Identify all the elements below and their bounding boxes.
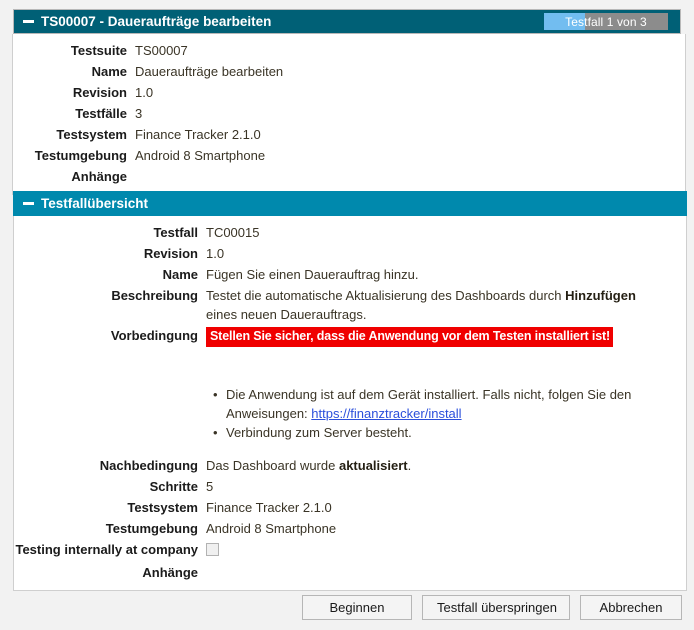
field-row-testumgebung: Testumgebung Android 8 Smartphone	[13, 146, 685, 165]
test-suite-panel-title: TS00007 - Daueraufträge bearbeiten	[41, 14, 272, 29]
field-value-testfall: TC00015	[206, 225, 260, 240]
precondition-list-container: Die Anwendung ist auf dem Gerät installi…	[206, 385, 674, 442]
dialog-footer: Beginnen Testfall überspringen Abbrechen	[0, 584, 694, 630]
testing-internally-checkbox[interactable]	[206, 543, 219, 556]
field-row-beschreibung: Beschreibung Testet die automatische Akt…	[14, 286, 686, 324]
field-label-name: Name	[91, 64, 127, 79]
field-row-case-name: Name Fügen Sie einen Dauerauftrag hinzu.	[14, 265, 686, 284]
list-item: Die Anwendung ist auf dem Gerät installi…	[213, 385, 658, 423]
bullet2-text: Verbindung zum Server besteht.	[226, 425, 412, 440]
beschreibung-text-bold: Hinzufügen	[565, 288, 636, 303]
field-label-case-name: Name	[162, 267, 198, 282]
field-row-name: Name Daueraufträge bearbeiten	[13, 62, 685, 81]
field-row-testsystem: Testsystem Finance Tracker 2.1.0	[13, 125, 685, 144]
field-value-nachbedingung: Das Dashboard wurde aktualisiert.	[206, 456, 674, 475]
field-row-precondition-list: Die Anwendung ist auf dem Gerät installi…	[14, 385, 686, 442]
field-label-vorbedingung: Vorbedingung	[110, 328, 198, 343]
field-value-testfaelle: 3	[135, 106, 143, 121]
field-label-revision: Revision	[72, 85, 127, 100]
test-case-panel-body: Testfall TC00015 Revision 1.0 Name Fügen…	[13, 216, 687, 591]
field-row-vorbedingung: Vorbedingung Stellen Sie sicher, dass di…	[14, 326, 686, 347]
nachbedingung-text-part1: Das Dashboard wurde	[206, 458, 339, 473]
testcase-progress-bar: Testfall 1 von 3	[544, 13, 668, 30]
field-row-nachbedingung: Nachbedingung Das Dashboard wurde aktual…	[14, 456, 686, 475]
test-suite-panel-body: Testsuite TS00007 Name Daueraufträge bea…	[12, 34, 686, 195]
field-row-testfaelle: Testfälle 3	[13, 104, 685, 123]
install-link[interactable]: https://finanztracker/install	[311, 406, 461, 421]
field-label-case-anhaenge: Anhänge	[142, 565, 198, 580]
field-value-case-name: Fügen Sie einen Dauerauftrag hinzu.	[206, 267, 419, 282]
field-value-testing-internally	[206, 540, 674, 561]
field-row-testfall: Testfall TC00015	[14, 223, 686, 242]
field-value-revision: 1.0	[135, 85, 154, 100]
field-label-beschreibung: Beschreibung	[111, 288, 198, 303]
test-case-panel: Testfallübersicht Testfall TC00015 Revis…	[13, 191, 687, 591]
nachbedingung-text-bold: aktualisiert	[338, 458, 408, 473]
begin-button[interactable]: Beginnen	[302, 594, 412, 620]
field-value-case-testumgebung: Android 8 Smartphone	[206, 521, 337, 536]
field-value-name: Daueraufträge bearbeiten	[135, 64, 284, 79]
field-row-revision: Revision 1.0	[13, 83, 685, 102]
field-value-testsystem: Finance Tracker 2.1.0	[135, 127, 261, 142]
field-label-testfaelle: Testfälle	[75, 106, 127, 121]
field-row-anhaenge: Anhänge	[13, 167, 685, 186]
cancel-button[interactable]: Abbrechen	[580, 594, 682, 620]
vorbedingung-spacer	[14, 349, 686, 383]
minus-icon[interactable]	[23, 202, 34, 205]
field-label-case-revision: Revision	[143, 246, 198, 261]
list-item: Verbindung zum Server besteht.	[213, 423, 658, 442]
field-label-nachbedingung: Nachbedingung	[99, 458, 198, 473]
field-label-case-testumgebung: Testumgebung	[105, 521, 198, 536]
field-label-testsystem: Testsystem	[56, 127, 127, 142]
field-label-testing-internally: Testing internally at company	[15, 542, 198, 557]
field-label-schritte: Schritte	[149, 479, 198, 494]
beschreibung-text-part2: eines neuen Dauerauftrags.	[206, 307, 367, 322]
beschreibung-text-part1: Testet die automatische Aktualisierung d…	[206, 288, 566, 303]
field-label-testsuite: Testsuite	[70, 43, 127, 58]
test-case-panel-header[interactable]: Testfallübersicht	[13, 191, 687, 216]
minus-icon[interactable]	[23, 20, 34, 23]
field-row-case-revision: Revision 1.0	[14, 244, 686, 263]
field-row-case-anhaenge: Anhänge	[14, 563, 686, 582]
field-value-testumgebung: Android 8 Smartphone	[135, 148, 266, 163]
field-value-schritte: 5	[206, 479, 214, 494]
app-window: TS00007 - Daueraufträge bearbeiten Testf…	[0, 0, 694, 630]
test-case-panel-title: Testfallübersicht	[41, 196, 149, 211]
vorbedingung-warning-banner: Stellen Sie sicher, dass die Anwendung v…	[206, 327, 614, 347]
field-row-testing-internally: Testing internally at company	[14, 540, 686, 561]
field-row-schritte: Schritte 5	[14, 477, 686, 496]
test-suite-panel-header[interactable]: TS00007 - Daueraufträge bearbeiten Testf…	[13, 9, 681, 34]
field-row-case-testsystem: Testsystem Finance Tracker 2.1.0	[14, 498, 686, 517]
nachbedingung-text-part2: .	[407, 458, 412, 473]
field-value-beschreibung: Testet die automatische Aktualisierung d…	[206, 286, 654, 324]
field-value-vorbedingung: Stellen Sie sicher, dass die Anwendung v…	[206, 326, 674, 347]
field-label-testumgebung: Testumgebung	[34, 148, 127, 163]
field-value-testsuite: TS00007	[135, 43, 188, 58]
field-label-case-testsystem: Testsystem	[127, 500, 198, 515]
field-value-case-revision: 1.0	[206, 246, 225, 261]
field-label-anhaenge: Anhänge	[71, 169, 127, 184]
skip-testcase-button[interactable]: Testfall überspringen	[422, 594, 570, 620]
test-suite-panel: TS00007 - Daueraufträge bearbeiten Testf…	[12, 9, 686, 195]
field-label-testfall: Testfall	[153, 225, 198, 240]
field-row-case-testumgebung: Testumgebung Android 8 Smartphone	[14, 519, 686, 538]
testcase-progress-label: Testfall 1 von 3	[565, 14, 647, 29]
field-value-case-testsystem: Finance Tracker 2.1.0	[206, 500, 332, 515]
precondition-bullet-list: Die Anwendung ist auf dem Gerät installi…	[206, 385, 658, 442]
field-row-testsuite: Testsuite TS00007	[13, 41, 685, 60]
